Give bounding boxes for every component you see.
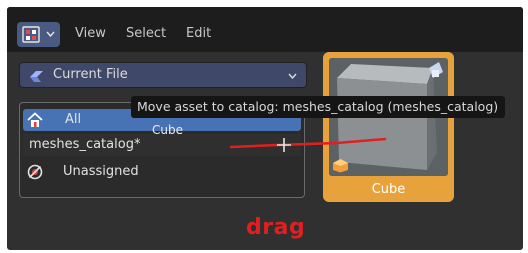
asset-name: Cube — [371, 182, 406, 197]
catalog-item-unassigned[interactable]: Unassigned — [23, 161, 301, 183]
menu-select[interactable]: Select — [126, 23, 166, 45]
menu-view[interactable]: View — [75, 23, 106, 45]
chevron-down-icon — [46, 31, 55, 37]
tooltip: Move asset to catalog: meshes_catalog (m… — [131, 96, 505, 118]
blender-file-icon — [30, 71, 43, 82]
editor-type-button[interactable] — [17, 22, 60, 47]
drag-annotation: drag — [246, 215, 306, 240]
drag-preview-label: Cube — [152, 123, 183, 137]
chevron-down-icon — [288, 73, 297, 79]
catalog-label: Unassigned — [63, 164, 139, 179]
library-label: Current File — [53, 67, 128, 82]
home-icon — [27, 112, 43, 127]
asset-library-select[interactable]: Current File — [19, 62, 307, 88]
asset-browser-panel: View Select Edit Current File All meshes… — [7, 7, 523, 250]
unassigned-icon — [27, 164, 43, 180]
asset-browser-icon — [22, 26, 40, 43]
catalog-label: meshes_catalog* — [29, 137, 141, 152]
catalog-item-meshes[interactable]: meshes_catalog* — [23, 134, 301, 156]
header-bar: View Select Edit — [7, 7, 523, 52]
menu-edit[interactable]: Edit — [186, 23, 211, 45]
catalog-label: All — [65, 112, 82, 127]
asset-tile-cube[interactable]: Cube — [323, 52, 454, 202]
object-data-icon — [333, 159, 348, 173]
